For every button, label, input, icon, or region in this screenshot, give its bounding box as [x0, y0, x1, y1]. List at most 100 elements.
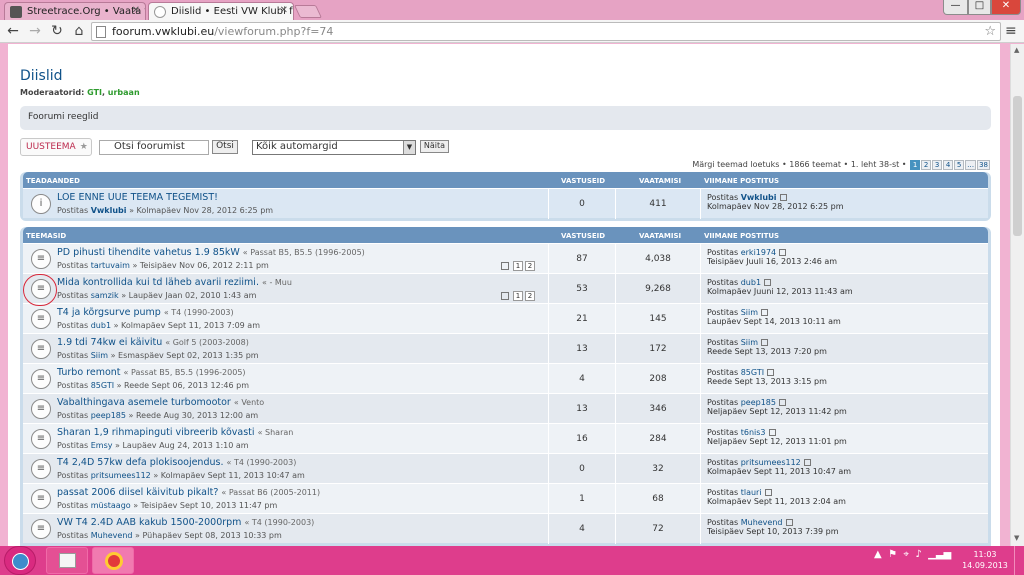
last-post-author[interactable]: pritsumees112: [741, 458, 801, 467]
search-input[interactable]: Otsi foorumist: [99, 140, 209, 155]
last-post-author[interactable]: Vwklubi: [741, 193, 777, 202]
signal-icon[interactable]: ▁▃▅: [928, 549, 951, 560]
topic-author-link[interactable]: Siim: [91, 351, 108, 360]
view-latest-post-icon[interactable]: [761, 309, 769, 316]
scrollbar-thumb[interactable]: [1013, 96, 1022, 236]
topic-page-link[interactable]: 1: [513, 261, 523, 271]
volume-icon[interactable]: ♪: [915, 549, 921, 560]
address-bar[interactable]: foorum.vwklubi.eu/viewforum.php?f=74 ☆: [91, 22, 1001, 41]
start-button[interactable]: [4, 546, 36, 575]
topic-title-link[interactable]: Turbo remont: [57, 367, 121, 378]
topic-author-link[interactable]: pritsumees112: [91, 471, 151, 480]
topic-meta: Postitas pritsumees112 » Kolmapäev Sept …: [57, 471, 305, 480]
clock[interactable]: 11:03 14.09.2013: [960, 549, 1010, 571]
show-desktop-button[interactable]: [1014, 546, 1024, 575]
moderator-link[interactable]: GTI: [87, 88, 102, 97]
scroll-up-icon[interactable]: ▲: [1014, 46, 1019, 54]
topic-title-link[interactable]: Vabalthingava asemele turbomootor: [57, 397, 231, 408]
minimize-button[interactable]: —: [943, 0, 968, 15]
topic-author-link[interactable]: Vwklubi: [91, 206, 127, 215]
topic-author-link[interactable]: 85GTI: [91, 381, 114, 390]
scroll-down-icon[interactable]: ▼: [1014, 534, 1019, 542]
topic-title-link[interactable]: VW T4 2.4D AAB kakub 1500-2000rpm: [57, 517, 241, 528]
topic-author-link[interactable]: peep185: [91, 411, 126, 420]
topic-author-link[interactable]: Emsy: [91, 441, 113, 450]
topic-author-link[interactable]: müstaago: [91, 501, 131, 510]
new-tab-button[interactable]: [293, 5, 323, 18]
views-count: 68: [615, 484, 700, 514]
last-post-author[interactable]: Muhevend: [741, 518, 783, 527]
search-button[interactable]: Otsi: [212, 140, 238, 154]
taskbar-media-player[interactable]: [46, 547, 88, 574]
view-latest-post-icon[interactable]: [761, 339, 769, 346]
replies-count: 87: [548, 244, 615, 274]
topic-title-link[interactable]: LOE ENNE UUE TEEMA TEGEMIST!: [57, 192, 218, 203]
topic-icon: ≡: [31, 519, 51, 539]
close-tab-icon[interactable]: ✕: [280, 5, 288, 16]
topic-title-link[interactable]: T4 ja kõrgsurve pump: [57, 307, 161, 318]
view-latest-post-icon[interactable]: [779, 399, 786, 406]
page-link[interactable]: 5: [954, 160, 965, 170]
topic-title-link[interactable]: T4 2,4D 57kw defa plokisoojendus.: [57, 457, 223, 468]
reload-icon[interactable]: ↻: [48, 23, 66, 39]
bookmark-star-icon[interactable]: ☆: [984, 24, 996, 39]
last-post-author[interactable]: erki1974: [741, 248, 776, 257]
topic-title-link[interactable]: 1.9 tdi 74kw ei käivitu: [57, 337, 162, 348]
topic-title-link[interactable]: Mida kontrollida kui td läheb avarii rez…: [57, 277, 259, 288]
view-latest-post-icon[interactable]: [803, 459, 811, 466]
tab-diislid[interactable]: Diislid • Eesti VW Klubi fo... ✕: [148, 2, 294, 20]
page-link: 1: [910, 160, 921, 170]
make-select[interactable]: Kõik automargid ▼: [252, 140, 416, 155]
close-tab-icon[interactable]: ✕: [132, 5, 140, 16]
topic-page-link[interactable]: 2: [525, 291, 535, 301]
last-post-author[interactable]: t6nis3: [741, 428, 766, 437]
mark-read-link[interactable]: Märgi teemad loetuks: [692, 160, 779, 169]
scrollbar[interactable]: ▲ ▼: [1010, 44, 1024, 546]
tray-expand-icon[interactable]: ▲: [874, 549, 882, 560]
last-post-author[interactable]: Siim: [741, 308, 758, 317]
menu-icon[interactable]: ≡: [1005, 23, 1017, 39]
topic-page-link[interactable]: 2: [525, 261, 535, 271]
show-button[interactable]: Näita: [420, 140, 449, 153]
last-post-author[interactable]: tlauri: [741, 488, 762, 497]
page-link[interactable]: 3: [932, 160, 943, 170]
topic-author-link[interactable]: dub1: [91, 321, 111, 330]
page-link[interactable]: 38: [977, 160, 990, 170]
view-latest-post-icon[interactable]: [767, 369, 775, 376]
page-link[interactable]: 2: [921, 160, 932, 170]
home-icon[interactable]: ⌂: [70, 23, 88, 39]
last-post: Postitas peep185 Neljapäev Sept 12, 2013 …: [700, 394, 990, 424]
moderator-link[interactable]: urbaan: [108, 88, 140, 97]
view-latest-post-icon[interactable]: [779, 249, 787, 256]
view-latest-post-icon[interactable]: [768, 429, 776, 436]
flag-icon[interactable]: ⚑: [888, 549, 897, 560]
topic-title-link[interactable]: passat 2006 diisel käivitub pikalt?: [57, 487, 218, 498]
page-link[interactable]: 4: [943, 160, 954, 170]
view-latest-post-icon[interactable]: [764, 489, 772, 496]
topic-author-link[interactable]: tartuvaim: [91, 261, 130, 270]
network-icon[interactable]: ⌖: [903, 549, 909, 560]
topic-page-link[interactable]: 1: [513, 291, 523, 301]
topic-meta: Postitas peep185 » Reede Aug 30, 2013 12…: [57, 411, 258, 420]
forum-rules-box[interactable]: Foorumi reeglid: [20, 106, 991, 130]
topic-title-link[interactable]: Sharan 1,9 rihmapinguti vibreerib kõvast…: [57, 427, 255, 438]
view-latest-post-icon[interactable]: [779, 194, 787, 201]
last-post-author[interactable]: Siim: [741, 338, 758, 347]
close-window-button[interactable]: ✕: [991, 0, 1021, 15]
forward-arrow-icon[interactable]: →: [26, 23, 44, 39]
topic-author-link[interactable]: Muhevend: [91, 531, 133, 540]
topic-title-link[interactable]: PD pihusti tihendite vahetus 1.9 85kW: [57, 247, 240, 258]
view-latest-post-icon[interactable]: [785, 519, 793, 526]
last-post-author[interactable]: dub1: [741, 278, 761, 287]
topics-block: TEEMASID VASTUSEID VAATAMISI VIIMANE POS…: [20, 227, 991, 546]
new-topic-button[interactable]: UUSTEEMA ★: [20, 138, 92, 156]
last-post-author[interactable]: 85GTI: [741, 368, 764, 377]
view-latest-post-icon[interactable]: [764, 279, 772, 286]
topic-author-link[interactable]: samzik: [91, 291, 119, 300]
taskbar-chrome[interactable]: [92, 547, 134, 574]
maximize-button[interactable]: □: [968, 0, 991, 15]
last-post-author[interactable]: peep185: [741, 398, 776, 407]
tab-streetrace[interactable]: Streetrace.Org • Vaata tee... ✕: [4, 2, 146, 20]
back-arrow-icon[interactable]: ←: [4, 23, 22, 39]
tab-title: Streetrace.Org • Vaata tee...: [27, 6, 145, 17]
